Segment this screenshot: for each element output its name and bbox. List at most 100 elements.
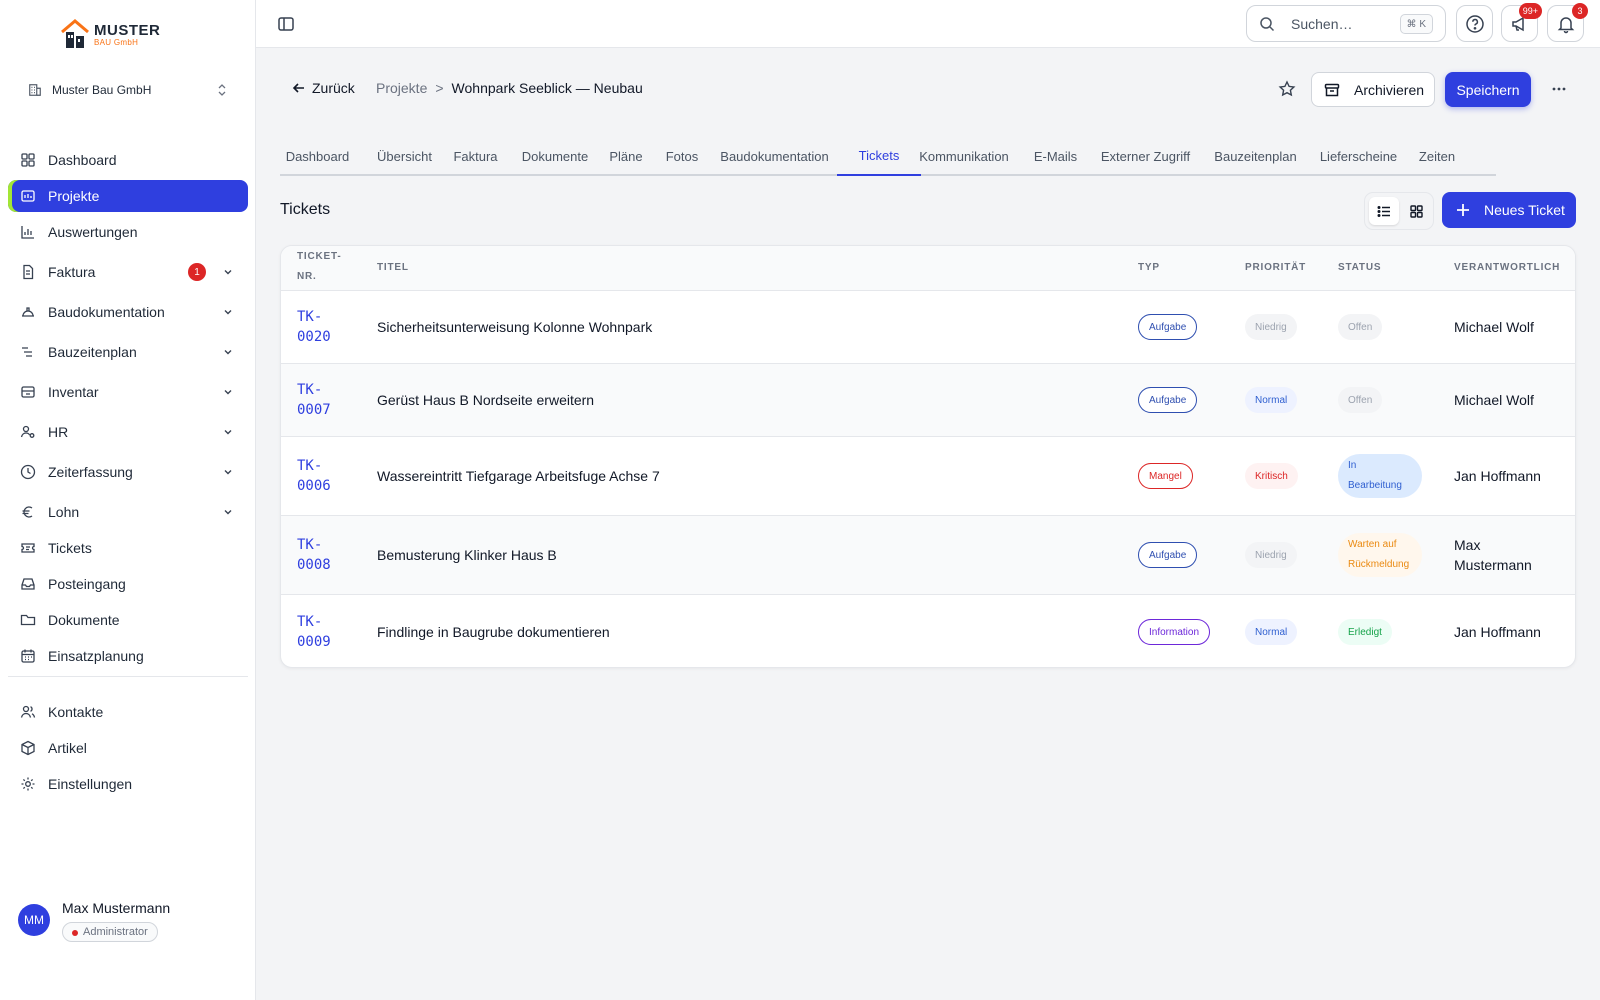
sidebar-item-badge: 1 [188,263,206,281]
ticket-icon [20,540,36,556]
avatar[interactable]: MM [18,904,50,936]
sidebar-divider [8,676,248,677]
status-badge: Offen [1338,387,1383,413]
owner-name: Max Mustermann [1454,537,1532,573]
search-input[interactable]: Suchen… ⌘ K [1246,5,1446,42]
plus-icon [1457,204,1469,216]
sidebar-item-label: Einsatzplanung [48,648,144,664]
back-button[interactable]: Zurück [292,80,355,96]
ticket-title: Bemusterung Klinker Haus B [377,547,557,563]
sidebar-item-posteingang[interactable]: Posteingang [8,568,248,600]
column-owner[interactable]: Verantwortlich [1454,258,1560,278]
sidebar-item-label: Baudokumentation [48,304,165,320]
sidebar-item-baudokumentation[interactable]: Baudokumentation [8,296,248,328]
chevron-down-icon[interactable] [222,306,234,318]
status-badge: Warten auf Rückmeldung [1338,533,1422,577]
new-ticket-button[interactable]: Neues Ticket [1442,192,1576,228]
company-switcher[interactable]: Muster Bau GmbH [16,76,240,104]
tab-faktura[interactable]: Faktura [450,136,501,176]
chevron-down-icon[interactable] [222,426,234,438]
sidebar-item-kontakte[interactable]: Kontakte [8,696,248,728]
ticket-id-link[interactable]: TK-0008 [297,535,349,575]
ticket-title: Gerüst Haus B Nordseite erweitern [377,392,595,408]
sidebar-toggle-icon[interactable] [277,15,295,33]
table-row[interactable]: TK-0009 Findlinge in Baugrube dokumentier… [281,595,1575,667]
project-tabs: Dashboard Übersicht Faktura Dokumente Pläne F… [280,136,1496,176]
sidebar-item-inventar[interactable]: Inventar [8,376,248,408]
column-title[interactable]: Titel [377,258,409,278]
tab-zeiten[interactable]: Zeiten [1416,136,1458,176]
ticket-id-link[interactable]: TK-0020 [297,307,349,347]
column-type[interactable]: Typ [1138,258,1160,278]
sidebar-item-einsatzplanung[interactable]: Einsatzplanung [8,640,248,672]
column-ticket-nr[interactable]: Ticket-Nr. [297,247,357,287]
notifications-button[interactable]: 3 [1547,3,1588,42]
archive-button[interactable]: Archivieren [1311,72,1435,107]
sidebar-item-auswertungen[interactable]: Auswertungen [8,216,248,248]
sidebar-item-label: Projekte [48,188,100,204]
table-row[interactable]: TK-0008 Bemusterung Klinker Haus B Aufgabe… [281,516,1575,595]
tab-pläne[interactable]: Pläne [606,136,646,176]
tab-e-mails[interactable]: E-Mails [1030,136,1081,176]
sidebar-item-label: Lohn [48,504,80,520]
column-status[interactable]: Status [1338,258,1381,278]
save-button[interactable]: Speichern [1445,72,1531,107]
chevron-down-icon[interactable] [222,266,234,278]
table-row[interactable]: TK-0007 Gerüst Haus B Nordseite erweitern… [281,364,1575,437]
star-icon[interactable] [1278,80,1296,98]
table-row[interactable]: TK-0020 Sicherheitsunterweisung Kolonne W… [281,291,1575,364]
sidebar-item-dashboard[interactable]: Dashboard [8,144,248,176]
sidebar-item-label: Auswertungen [48,224,138,240]
tab-baudokumentation[interactable]: Baudokumentation [718,136,831,176]
ticket-id-link[interactable]: TK-0009 [297,612,349,652]
column-priority[interactable]: Priorität [1245,258,1306,278]
logo-line2: BAU GmbH [94,38,139,47]
sidebar-item-label: Zeiterfassung [48,464,133,480]
chevron-down-icon[interactable] [222,506,234,518]
tab-bauzeitenplan[interactable]: Bauzeitenplan [1211,136,1300,176]
chevron-down-icon[interactable] [222,346,234,358]
tab-übersicht[interactable]: Übersicht [371,136,438,176]
sidebar-item-lohn[interactable]: Lohn [8,496,248,528]
tab-lieferscheine[interactable]: Lieferscheine [1316,136,1401,176]
announcements-button[interactable]: 99+ [1501,3,1542,42]
more-options-icon[interactable] [1550,80,1568,98]
breadcrumb-projects[interactable]: Projekte [376,80,427,96]
sidebar-item-artikel[interactable]: Artikel [8,732,248,764]
tab-kommunikation[interactable]: Kommunikation [915,136,1013,176]
sidebar-item-einstellungen[interactable]: Einstellungen [8,768,248,800]
sidebar-item-zeiterfassung[interactable]: Zeiterfassung [8,456,248,488]
tab-fotos[interactable]: Fotos [662,136,702,176]
sidebar-item-label: Dashboard [48,152,117,168]
table-row[interactable]: TK-0006 Wassereintritt Tiefgarage Arbeits… [281,437,1575,516]
list-view-button[interactable] [1369,197,1399,225]
ticket-id-link[interactable]: TK-0007 [297,380,349,420]
tab-externer-zugriff[interactable]: Externer Zugriff [1097,136,1194,176]
sidebar-item-bauzeitenplan[interactable]: Bauzeitenplan [8,336,248,368]
sidebar-item-label: Posteingang [48,576,126,592]
sidebar-item-hr[interactable]: HR [8,416,248,448]
sidebar-item-dokumente[interactable]: Dokumente [8,604,248,636]
gear-icon [20,776,36,792]
breadcrumb-separator: > [435,80,444,96]
help-button[interactable] [1456,5,1493,42]
search-placeholder: Suchen… [1291,15,1353,32]
sidebar-item-label: Bauzeitenplan [48,344,137,360]
users-icon [20,704,36,720]
tab-dokumente[interactable]: Dokumente [517,136,593,176]
tab-tickets[interactable]: Tickets [837,136,921,176]
company-logo[interactable]: MUSTER BAU GmbH [60,18,160,50]
tab-dashboard[interactable]: Dashboard [280,136,355,176]
grid-view-button[interactable] [1401,197,1431,225]
view-toggle [1364,192,1434,230]
ticket-id-link[interactable]: TK-0006 [297,456,349,496]
sidebar-item-projekte[interactable]: Projekte [8,180,248,212]
sidebar-item-tickets[interactable]: Tickets [8,532,248,564]
company-name: Muster Bau GmbH [52,83,152,97]
new-ticket-label: Neues Ticket [1484,202,1565,218]
chevron-down-icon[interactable] [222,466,234,478]
top-bar: Suchen… ⌘ K 99+ 3 [256,0,1600,48]
sidebar-item-faktura[interactable]: Faktura 1 [8,256,248,288]
chevron-down-icon[interactable] [222,386,234,398]
help-icon [1465,14,1484,33]
